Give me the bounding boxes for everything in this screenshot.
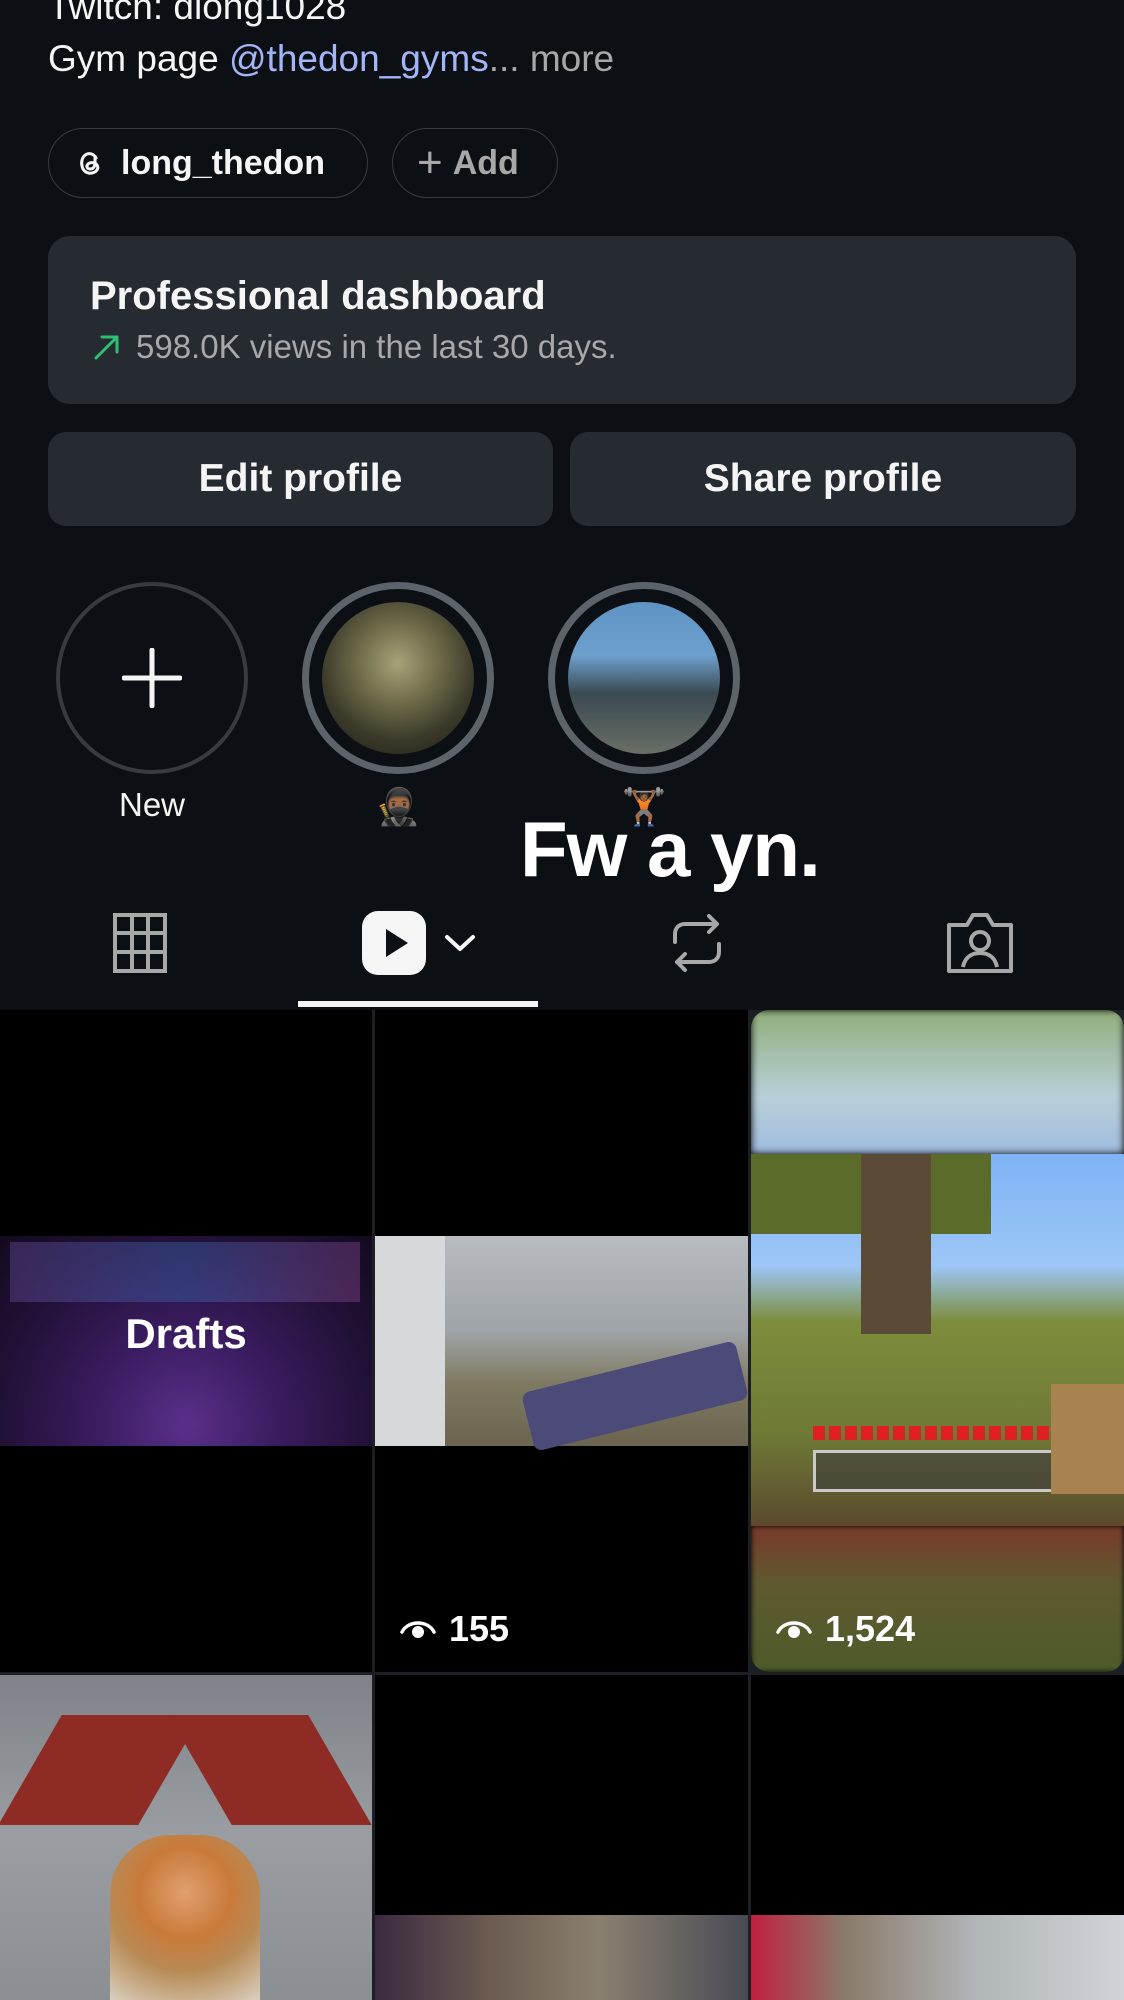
eye-icon bbox=[400, 1621, 436, 1638]
reel-thumbnail-legend bbox=[0, 1675, 372, 2000]
thumbnail-tree-trunk bbox=[861, 1154, 931, 1334]
thumbnail-hearts bbox=[813, 1426, 1063, 1440]
dashboard-subtitle-row: 598.0K views in the last 30 days. bbox=[90, 328, 617, 366]
tagged-icon bbox=[947, 912, 1013, 973]
thumbnail-character bbox=[110, 1835, 260, 2000]
tab-reels[interactable] bbox=[298, 900, 538, 985]
thumbnail-hotbar bbox=[813, 1450, 1069, 1492]
add-link-pill[interactable]: + Add bbox=[392, 128, 558, 198]
threads-icon bbox=[80, 152, 100, 175]
add-label: Add bbox=[452, 143, 519, 182]
tab-grid[interactable] bbox=[110, 900, 170, 985]
views-count: 1,524 bbox=[775, 1608, 915, 1650]
edit-profile-button[interactable]: Edit profile bbox=[48, 432, 553, 526]
highlight-ninja-label: 🥷🏾 bbox=[375, 786, 421, 827]
views-count: 155 bbox=[399, 1608, 509, 1650]
dashboard-title: Professional dashboard bbox=[90, 274, 546, 318]
chevron-down-icon[interactable] bbox=[444, 933, 476, 953]
eye-icon bbox=[776, 1621, 812, 1638]
thumbnail-wall bbox=[375, 1236, 445, 1446]
views-number: 155 bbox=[449, 1608, 510, 1649]
gym-page-link[interactable]: @thedon_gyms bbox=[229, 38, 489, 79]
reels-grid: Drafts 155 1,524 bbox=[0, 1010, 1124, 2000]
bio-gym: Gym page @thedon_gyms... more bbox=[48, 38, 614, 80]
reel-thumbnail-minecraft bbox=[751, 1154, 1124, 1526]
thumbnail-crafting-block bbox=[1051, 1384, 1124, 1494]
thumbnail-blur-top bbox=[751, 1010, 1124, 1154]
bio-more-button[interactable]: more bbox=[520, 38, 614, 79]
plus-icon bbox=[122, 648, 182, 708]
reel-item[interactable]: 1,524 bbox=[751, 1010, 1124, 1672]
bio-gym-prefix: Gym page bbox=[48, 38, 229, 79]
reel-item[interactable]: 155 bbox=[375, 1010, 748, 1672]
highlight-gym[interactable] bbox=[548, 582, 740, 774]
trend-up-icon bbox=[94, 335, 119, 360]
reel-item[interactable] bbox=[0, 1675, 372, 2000]
thumbnail-logo-right bbox=[168, 1715, 372, 1825]
share-profile-button[interactable]: Share profile bbox=[570, 432, 1076, 526]
highlight-ninja[interactable] bbox=[302, 582, 494, 774]
highlight-caped-figure-image bbox=[568, 602, 720, 754]
plus-icon: + bbox=[417, 138, 443, 187]
reel-thumbnail-apex bbox=[751, 1915, 1124, 2000]
thumbnail-logo-left bbox=[0, 1715, 202, 1825]
tab-tagged[interactable] bbox=[944, 900, 1016, 985]
highlight-new-label: New bbox=[118, 786, 186, 823]
thumbnail-blur-bottom bbox=[751, 1526, 1124, 1672]
views-number: 1,524 bbox=[825, 1608, 916, 1649]
reel-item[interactable] bbox=[751, 1675, 1124, 2000]
drafts-thumbnail-screens bbox=[10, 1242, 360, 1302]
threads-link-pill[interactable]: long_thedon bbox=[48, 128, 368, 198]
reel-thumbnail-city bbox=[375, 1915, 748, 2000]
drafts-label: Drafts bbox=[125, 1310, 247, 1357]
reel-thumbnail-shooter bbox=[375, 1236, 748, 1452]
bio-twitch: Twitch: dlong1028 bbox=[48, 0, 347, 27]
drafts-cell[interactable]: Drafts bbox=[0, 1010, 372, 1672]
thumbnail-weapon bbox=[521, 1340, 748, 1452]
highlight-new[interactable] bbox=[56, 582, 248, 774]
grid-icon bbox=[113, 912, 167, 973]
threads-handle: long_thedon bbox=[121, 143, 325, 182]
reel-item[interactable] bbox=[375, 1675, 748, 2000]
overlay-caption: Fw a yn. bbox=[520, 805, 821, 893]
professional-dashboard-card[interactable]: Professional dashboard 598.0K views in t… bbox=[48, 236, 1076, 404]
reels-icon bbox=[362, 910, 426, 975]
reposts-icon bbox=[673, 913, 721, 972]
active-tab-indicator bbox=[298, 1001, 538, 1007]
bio-ellipsis: ... bbox=[488, 38, 520, 79]
tab-reposts[interactable] bbox=[664, 900, 730, 985]
highlight-armored-figure-image bbox=[322, 602, 474, 754]
dashboard-subtitle: 598.0K views in the last 30 days. bbox=[136, 328, 617, 365]
